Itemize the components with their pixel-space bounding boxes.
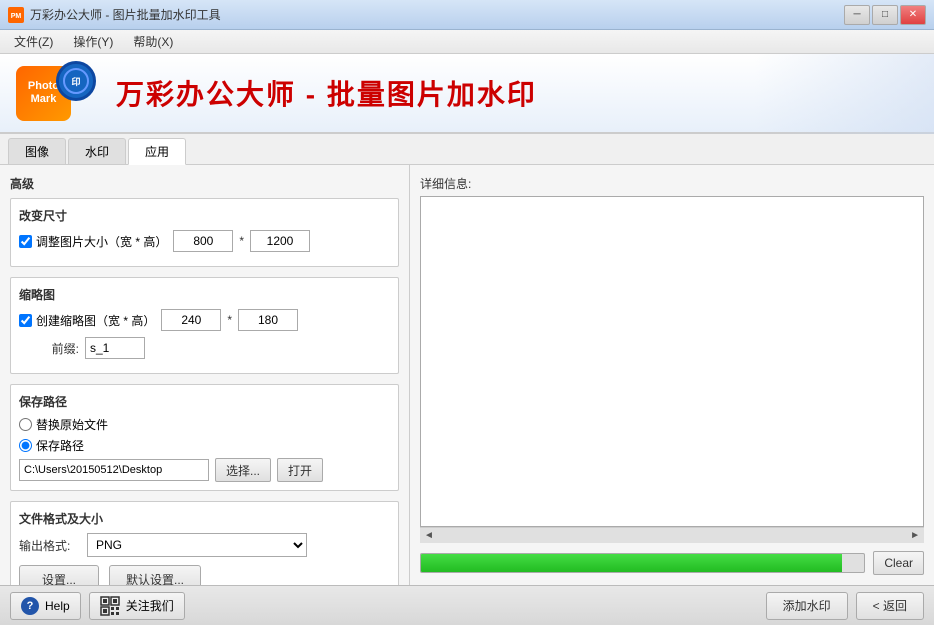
format-label: 输出格式: xyxy=(19,537,79,554)
tab-watermark[interactable]: 水印 xyxy=(68,138,126,164)
maximize-button[interactable]: □ xyxy=(872,5,898,25)
thumbnail-row: 创建缩略图（宽 * 高） * xyxy=(19,309,390,331)
main-content: 高级 改变尺寸 调整图片大小（宽 * 高） * 缩略图 创建缩略图（宽 * 高） xyxy=(0,165,934,585)
prefix-input[interactable] xyxy=(85,337,145,359)
progress-bar-container xyxy=(420,553,865,573)
thumbnail-height-input[interactable] xyxy=(238,309,298,331)
settings-button[interactable]: 设置... xyxy=(19,565,99,585)
follow-button[interactable]: 关注我们 xyxy=(89,592,185,620)
svg-text:PM: PM xyxy=(11,13,22,20)
svg-text:印: 印 xyxy=(71,76,80,87)
save-path-title: 保存路径 xyxy=(19,393,390,410)
thumbnail-label: 创建缩略图（宽 * 高） xyxy=(36,312,155,329)
close-button[interactable]: ✕ xyxy=(900,5,926,25)
format-row: 输出格式: PNG JPG BMP GIF TIFF xyxy=(19,533,390,557)
replace-original-radio[interactable] xyxy=(19,418,32,431)
path-input-row: 选择... 打开 xyxy=(19,458,390,482)
thumbnail-multiply: * xyxy=(227,313,232,327)
app-header: PhotoMark 印 万彩办公大师 - 批量图片加水印 xyxy=(0,54,934,134)
format-btn-row: 设置... 默认设置... xyxy=(19,565,390,585)
thumbnail-checkbox-field: 创建缩略图（宽 * 高） xyxy=(19,312,155,329)
prefix-label: 前缀: xyxy=(19,340,79,357)
prefix-row: 前缀: xyxy=(19,337,390,359)
thumbnail-width-input[interactable] xyxy=(161,309,221,331)
save-path-radio[interactable] xyxy=(19,439,32,452)
resize-section: 改变尺寸 调整图片大小（宽 * 高） * xyxy=(10,198,399,267)
tab-bar: 图像 水印 应用 xyxy=(0,134,934,165)
bottom-bar: ? Help 关注我们 添加水印 < 返回 xyxy=(0,585,934,625)
scroll-left-arrow[interactable]: ◄ xyxy=(424,530,434,541)
header-logo: PhotoMark 印 xyxy=(16,61,96,126)
resize-label: 调整图片大小（宽 * 高） xyxy=(36,233,167,250)
header-bg-decoration xyxy=(754,54,934,134)
scroll-indicator: ◄ ► xyxy=(420,527,924,543)
thumbnail-section: 缩略图 创建缩略图（宽 * 高） * 前缀: xyxy=(10,277,399,374)
open-path-button[interactable]: 打开 xyxy=(277,458,323,482)
help-label: Help xyxy=(45,599,70,613)
minimize-button[interactable]: ─ xyxy=(844,5,870,25)
resize-height-input[interactable] xyxy=(250,230,310,252)
clear-button[interactable]: Clear xyxy=(873,551,924,575)
path-input[interactable] xyxy=(19,459,209,481)
menu-help[interactable]: 帮助(X) xyxy=(123,31,183,52)
progress-area: Clear xyxy=(420,551,924,575)
app-icon: PM xyxy=(8,7,24,23)
progress-bar-fill xyxy=(421,554,842,572)
scroll-right-arrow[interactable]: ► xyxy=(910,530,920,541)
default-settings-button[interactable]: 默认设置... xyxy=(109,565,201,585)
file-format-section: 文件格式及大小 输出格式: PNG JPG BMP GIF TIFF 设置...… xyxy=(10,501,399,585)
left-panel: 高级 改变尺寸 调整图片大小（宽 * 高） * 缩略图 创建缩略图（宽 * 高） xyxy=(0,165,410,585)
detail-label: 详细信息: xyxy=(420,175,924,192)
title-bar-left: PM 万彩办公大师 - 图片批量加水印工具 xyxy=(8,6,221,23)
logo-text: PhotoMark xyxy=(28,80,59,106)
thumbnail-checkbox[interactable] xyxy=(19,314,32,327)
help-icon: ? xyxy=(21,597,39,615)
resize-width-input[interactable] xyxy=(173,230,233,252)
file-format-title: 文件格式及大小 xyxy=(19,510,390,527)
thumbnail-title: 缩略图 xyxy=(19,286,390,303)
qr-icon xyxy=(100,596,120,616)
follow-label: 关注我们 xyxy=(126,597,174,614)
resize-checkbox-field: 调整图片大小（宽 * 高） xyxy=(19,233,167,250)
advanced-label: 高级 xyxy=(10,175,399,192)
tab-image[interactable]: 图像 xyxy=(8,138,66,164)
title-bar: PM 万彩办公大师 - 图片批量加水印工具 ─ □ ✕ xyxy=(0,0,934,30)
menu-file[interactable]: 文件(Z) xyxy=(4,31,63,52)
back-button[interactable]: < 返回 xyxy=(856,592,924,620)
bottom-right: 添加水印 < 返回 xyxy=(766,592,924,620)
header-title: 万彩办公大师 - 批量图片加水印 xyxy=(116,73,537,113)
bottom-left: ? Help 关注我们 xyxy=(10,592,185,620)
window-controls: ─ □ ✕ xyxy=(844,5,926,25)
resize-checkbox[interactable] xyxy=(19,235,32,248)
help-button[interactable]: ? Help xyxy=(10,592,81,620)
select-path-button[interactable]: 选择... xyxy=(215,458,271,482)
save-path-section: 保存路径 替换原始文件 保存路径 选择... 打开 xyxy=(10,384,399,491)
logo-stamp: 印 xyxy=(56,61,96,101)
resize-multiply: * xyxy=(239,234,244,248)
tab-apply[interactable]: 应用 xyxy=(128,138,186,165)
save-path-label: 保存路径 xyxy=(36,437,84,454)
bottom-add-watermark-button[interactable]: 添加水印 xyxy=(766,592,848,620)
menu-bar: 文件(Z) 操作(Y) 帮助(X) xyxy=(0,30,934,54)
menu-operation[interactable]: 操作(Y) xyxy=(63,31,123,52)
save-path-row: 保存路径 xyxy=(19,437,390,454)
replace-original-label: 替换原始文件 xyxy=(36,416,108,433)
right-panel: 详细信息: ◄ ► Clear xyxy=(410,165,934,585)
format-select[interactable]: PNG JPG BMP GIF TIFF xyxy=(87,533,307,557)
resize-title: 改变尺寸 xyxy=(19,207,390,224)
resize-row: 调整图片大小（宽 * 高） * xyxy=(19,230,390,252)
detail-textarea[interactable] xyxy=(420,196,924,527)
window-title: 万彩办公大师 - 图片批量加水印工具 xyxy=(30,6,221,23)
replace-original-row: 替换原始文件 xyxy=(19,416,390,433)
